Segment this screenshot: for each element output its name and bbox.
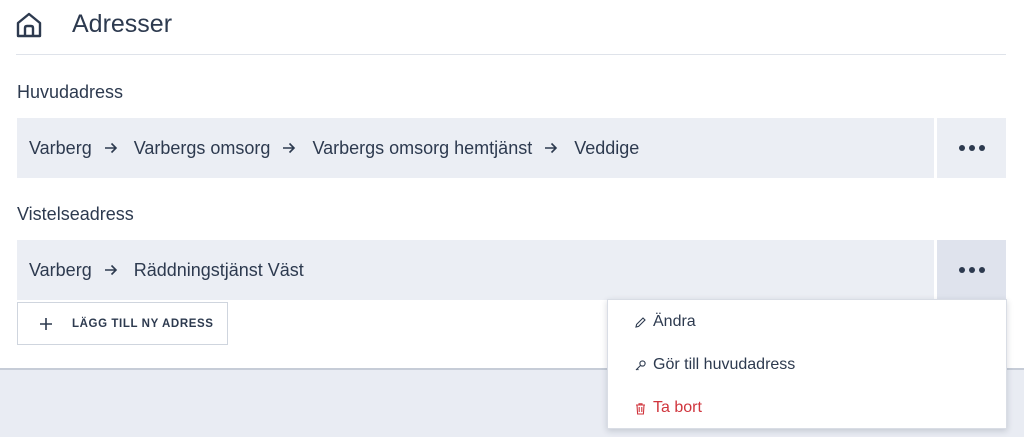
main-address-label: Huvudadress (17, 82, 124, 102)
menu-item-label: Ändra (653, 313, 696, 330)
main-address-path: Varberg Varbergs omsorg Varbergs omsorg … (17, 118, 934, 178)
menu-item-make-main[interactable]: Gör till huvudadress (608, 345, 1006, 385)
address-context-menu: Ändra Gör till huvudadress Ta bort (607, 299, 1007, 429)
menu-item-label: Gör till huvudadress (653, 356, 796, 373)
plus-icon (40, 317, 52, 330)
address-crumb: Varbergs omsorg (133, 137, 271, 158)
arrow-right-icon (283, 142, 296, 154)
trash-icon (636, 402, 645, 415)
page-header: Adresser (16, 0, 1006, 55)
menu-item-delete[interactable]: Ta bort (608, 388, 1006, 428)
arrow-right-icon (104, 142, 117, 154)
stay-address-more-button[interactable] (937, 240, 1006, 300)
address-crumb: Veddige (574, 137, 640, 158)
address-crumb: Räddningstjänst Väst (133, 259, 304, 280)
home-icon[interactable] (16, 12, 42, 38)
address-crumb: Varberg (29, 137, 92, 158)
address-crumb: Varberg (29, 259, 92, 280)
menu-item-edit[interactable]: Ändra (608, 302, 1006, 342)
stay-address-row: Varberg Räddningstjänst Väst (17, 240, 1006, 300)
more-dots-icon (958, 145, 985, 151)
add-address-label: LÄGG TILL NY ADRESS (72, 317, 214, 330)
add-address-button[interactable]: LÄGG TILL NY ADRESS (17, 302, 228, 345)
more-dots-icon (958, 267, 985, 273)
key-icon (635, 359, 646, 370)
arrow-right-icon (545, 142, 558, 154)
menu-item-label: Ta bort (653, 399, 702, 416)
main-address-row: Varberg Varbergs omsorg Varbergs omsorg … (17, 118, 1006, 178)
stay-address-label: Vistelseadress (17, 204, 134, 224)
main-address-more-button[interactable] (937, 118, 1006, 178)
stay-address-path: Varberg Räddningstjänst Väst (17, 240, 934, 300)
pencil-icon (635, 316, 646, 328)
page-title: Adresser (72, 10, 173, 38)
arrow-right-icon (104, 264, 117, 276)
address-crumb: Varbergs omsorg hemtjänst (312, 137, 533, 158)
